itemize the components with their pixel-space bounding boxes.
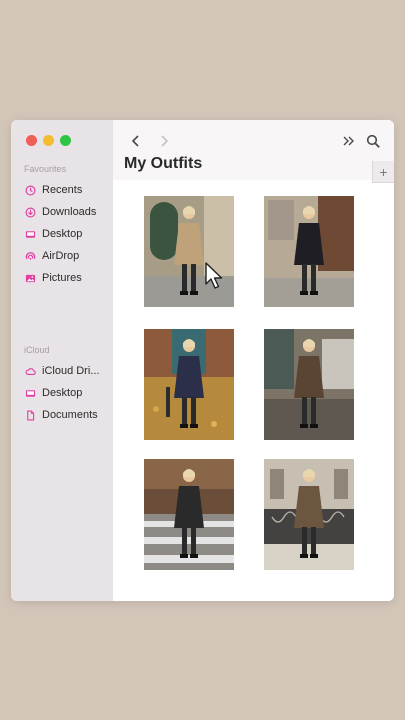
sidebar-item-label: Desktop [42,228,83,240]
add-tab-button[interactable]: + [372,161,394,183]
sidebar-item-icloud-desktop[interactable]: Desktop [25,382,99,404]
sidebar-item-icloud-drive[interactable]: iCloud Dri... [25,360,99,382]
sidebar-item-label: Pictures [42,272,82,284]
document-icon [27,410,35,420]
sidebar-item-label: Desktop [42,387,83,399]
download-icon [25,207,36,217]
sidebar: Favourites Recents Downloads Desktop Air… [11,120,113,601]
finder-window: Favourites Recents Downloads Desktop Air… [11,120,394,601]
photo-image [264,329,354,440]
airdrop-icon [25,251,36,260]
cloud-icon [25,367,36,375]
pictures-icon [25,274,36,282]
more-button[interactable] [338,130,360,152]
desktop-icon [25,230,36,238]
zoom-button[interactable] [60,135,71,146]
search-button[interactable] [362,130,384,152]
outfit-photo-5[interactable] [144,459,234,570]
clock-icon [25,185,36,195]
photo-image [144,329,234,440]
sidebar-item-pictures[interactable]: Pictures [25,267,96,289]
outfit-photo-3[interactable] [144,329,234,440]
folder-title: My Outfits [124,155,203,172]
outfit-photo-4[interactable] [264,329,354,440]
double-chevron-icon [343,136,354,146]
chevron-left-icon [131,135,139,147]
desktop-icon [25,389,36,397]
outfit-photo-2[interactable] [264,196,354,307]
photo-image [144,196,234,307]
photo-image [264,196,354,307]
outfit-photo-1[interactable] [144,196,234,307]
favourites-list: Recents Downloads Desktop AirDrop Pictur… [25,179,96,289]
forward-button[interactable] [153,130,175,152]
sidebar-item-label: Documents [42,409,98,421]
sidebar-item-desktop[interactable]: Desktop [25,223,96,245]
toolbar: My Outfits [113,120,394,180]
photo-image [144,459,234,570]
sidebar-item-label: AirDrop [42,250,80,262]
photo-image [264,459,354,570]
window-controls [26,135,71,146]
chevron-right-icon [161,135,169,147]
sidebar-item-label: Recents [42,184,83,196]
icloud-heading: iCloud [24,345,50,355]
close-button[interactable] [26,135,37,146]
mouse-cursor-icon [205,262,223,289]
outfit-photo-6[interactable] [264,459,354,570]
sidebar-item-documents[interactable]: Documents [25,404,99,426]
minimize-button[interactable] [43,135,54,146]
search-icon [366,134,380,148]
sidebar-item-airdrop[interactable]: AirDrop [25,245,96,267]
sidebar-item-label: iCloud Dri... [42,365,100,377]
favourites-heading: Favourites [24,164,67,174]
sidebar-item-recents[interactable]: Recents [25,179,96,201]
icloud-list: iCloud Dri... Desktop Documents [25,360,99,426]
back-button[interactable] [125,130,147,152]
content-area: My Outfits + [113,120,394,601]
sidebar-item-label: Downloads [42,206,97,218]
sidebar-item-downloads[interactable]: Downloads [25,201,96,223]
